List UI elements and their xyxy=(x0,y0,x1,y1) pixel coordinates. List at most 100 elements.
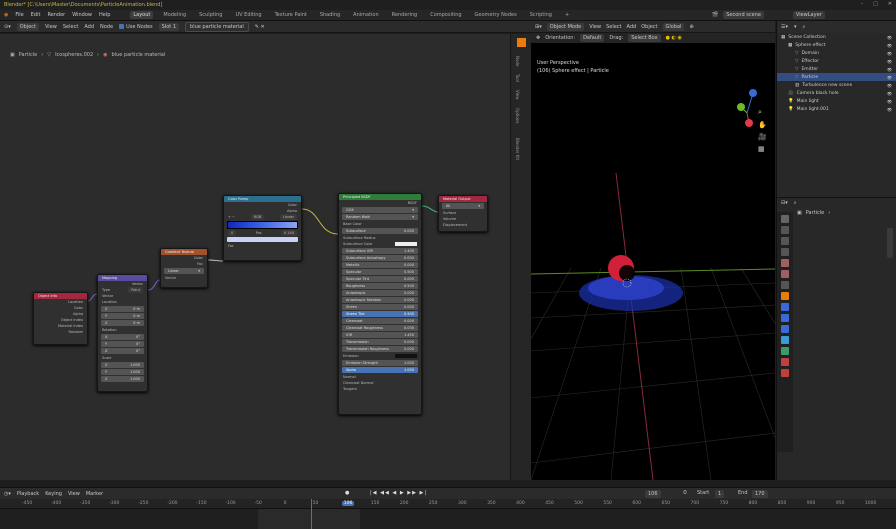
stop-index-field[interactable]: 0 xyxy=(228,230,237,236)
distribution-dropdown[interactable]: GGX ▾ xyxy=(342,207,418,213)
workspace-tab-texture-paint[interactable]: Texture Paint xyxy=(272,11,310,19)
outliner-item[interactable]: ▽ Particle 👁 xyxy=(777,73,896,81)
search-icon[interactable]: ⌕ xyxy=(803,24,806,30)
outliner-item[interactable]: ▥ Turbulence new scene 👁 xyxy=(777,81,896,89)
output-target-dropdown[interactable]: All ▾ xyxy=(442,203,484,209)
tab-world-icon[interactable] xyxy=(781,270,789,278)
outliner-item[interactable]: ▽ Emitter 👁 xyxy=(777,65,896,73)
tab-options[interactable]: Options xyxy=(515,108,520,123)
search-icon[interactable]: ⌕ xyxy=(794,200,797,206)
scene-selector[interactable]: Second scene xyxy=(723,11,764,19)
tl-menu-marker[interactable]: Marker xyxy=(86,491,103,497)
ramp-mode-dropdown[interactable]: RGB xyxy=(250,214,265,220)
ne-menu-add[interactable]: Add xyxy=(84,24,94,30)
visibility-eye-icon[interactable]: 👁 xyxy=(887,59,892,64)
bsdf-input-row[interactable]: Transmission 0.000 xyxy=(342,339,418,345)
subsurface-method-dropdown[interactable]: Random Walk ▾ xyxy=(342,214,418,220)
menu-help[interactable]: Help xyxy=(99,12,110,18)
ramp-stop-color[interactable] xyxy=(227,237,298,242)
tab-texture-icon[interactable] xyxy=(781,369,789,377)
ne-menu-view[interactable]: View xyxy=(45,24,57,30)
color-swatch[interactable] xyxy=(394,354,417,358)
current-frame-field[interactable]: 106 xyxy=(645,490,661,498)
node-object-info[interactable]: Object Info Location Color Alpha Object … xyxy=(33,292,88,345)
bsdf-input-row[interactable]: Sheen 0.000 xyxy=(342,304,418,310)
end-frame-field[interactable]: 170 xyxy=(752,490,768,498)
tab-particles-icon[interactable] xyxy=(781,314,789,322)
material-selector[interactable]: blue particle material xyxy=(185,21,249,32)
ramp-interpolation-dropdown[interactable]: Linear xyxy=(280,214,297,220)
vp-menu-add[interactable]: Add xyxy=(627,24,637,30)
bsdf-input-row[interactable]: Transmission Roughness 0.000 xyxy=(342,346,418,352)
tab-object-icon[interactable] xyxy=(781,292,789,300)
gradient-type-dropdown[interactable]: Linear ▾ xyxy=(164,268,204,274)
menu-edit[interactable]: Edit xyxy=(31,12,41,18)
filter-icon[interactable]: ▾ xyxy=(794,24,797,30)
minimize-button[interactable]: – xyxy=(861,1,864,7)
bsdf-input-row[interactable]: Specular 0.500 xyxy=(342,269,418,275)
grid-view-icon[interactable]: ▦ xyxy=(758,145,767,153)
stop-pos-field[interactable]: 0.140 xyxy=(280,230,297,236)
tab-render-icon[interactable] xyxy=(781,226,789,234)
timeline-ruler[interactable]: -450 -400 -350 -300 -250 -200 -150 -100 -50 0 50 10… xyxy=(0,499,896,509)
properties-scrollbar[interactable] xyxy=(887,228,893,258)
bsdf-input-row[interactable]: Specular Tint 0.000 xyxy=(342,276,418,282)
shading-mode-icons[interactable]: ● ◐ ◉ xyxy=(666,35,682,41)
visibility-eye-icon[interactable]: 👁 xyxy=(887,43,892,48)
sidebar-toggle[interactable] xyxy=(517,38,526,47)
bsdf-input-row[interactable]: Subsurface 0.000 xyxy=(342,228,418,234)
playback-controls[interactable]: |◀ ◀◀ ◀ ▶ ▶▶ ▶| xyxy=(370,490,427,496)
vp-menu-object[interactable]: Object xyxy=(641,24,657,30)
rotation-x-field[interactable]: X 0° xyxy=(101,334,144,340)
view-layer-selector[interactable]: ViewLayer xyxy=(792,11,825,19)
workspace-tab-compositing[interactable]: Compositing xyxy=(427,11,464,19)
tab-node[interactable]: Node xyxy=(515,56,520,66)
workspace-tab-modeling[interactable]: Modeling xyxy=(160,11,189,19)
workspace-tab-layout[interactable]: Layout xyxy=(130,11,154,19)
timeline-editor-icon[interactable]: ◷▾ xyxy=(4,491,11,497)
outliner-item[interactable]: ▽ Effector 👁 xyxy=(777,57,896,65)
color-swatch[interactable] xyxy=(394,242,417,246)
menu-render[interactable]: Render xyxy=(47,12,65,18)
tab-constraints-icon[interactable] xyxy=(781,336,789,344)
bsdf-input-row[interactable]: Anisotropic 0.000 xyxy=(342,290,418,296)
workspace-tab-scripting[interactable]: Scripting xyxy=(527,11,555,19)
menu-file[interactable]: File xyxy=(15,12,23,18)
tab-blender-kit[interactable]: Blender Kit xyxy=(515,138,520,160)
tl-menu-keying[interactable]: Keying xyxy=(45,491,62,497)
3d-viewport[interactable]: ✥ Orientation: Default Drag: Select Box … xyxy=(531,33,775,480)
node-material-output[interactable]: Material Output All ▾ Surface Volume Disp… xyxy=(438,195,488,232)
scale-z-field[interactable]: Z 1.000 xyxy=(101,376,144,382)
visibility-eye-icon[interactable]: 👁 xyxy=(887,75,892,80)
vp-menu-select[interactable]: Select xyxy=(606,24,621,30)
bsdf-input-row[interactable]: Clearcoat 0.000 xyxy=(342,318,418,324)
camera-view-icon[interactable]: 🎥 xyxy=(758,133,767,141)
transform-orientation-selector[interactable]: Global xyxy=(662,22,685,31)
visibility-eye-icon[interactable]: 👁 xyxy=(887,51,892,56)
ne-menu-select[interactable]: Select xyxy=(63,24,78,30)
vp-menu-view[interactable]: View xyxy=(589,24,601,30)
zoom-icon[interactable]: ⌕ xyxy=(758,108,767,117)
slot-selector[interactable]: Slot 1 xyxy=(158,22,180,31)
start-frame-field[interactable]: 1 xyxy=(715,490,725,498)
visibility-eye-icon[interactable]: 👁 xyxy=(887,35,892,40)
tab-material-icon[interactable] xyxy=(781,358,789,366)
scale-x-field[interactable]: X 1.000 xyxy=(101,362,144,368)
tab-data-icon[interactable] xyxy=(781,347,789,355)
tab-physics-icon[interactable] xyxy=(781,325,789,333)
location-y-field[interactable]: Y 0 m xyxy=(101,313,144,319)
bsdf-input-row[interactable]: Metallic 0.000 xyxy=(342,262,418,268)
mode-selector[interactable]: Object Mode xyxy=(546,22,585,31)
tl-menu-playback[interactable]: Playback xyxy=(17,491,39,497)
node-gradient-texture[interactable]: Gradient Texture Color Fac Linear ▾ Vecto… xyxy=(160,248,208,288)
workspace-tab-sculpting[interactable]: Sculpting xyxy=(196,11,225,19)
visibility-eye-icon[interactable]: 👁 xyxy=(887,67,892,72)
color-ramp-gradient[interactable] xyxy=(227,221,298,229)
ne-menu-node[interactable]: Node xyxy=(100,24,113,30)
bsdf-input-row[interactable]: Subsurface IOR 1.400 xyxy=(342,248,418,254)
bsdf-input-row[interactable]: Roughness 0.500 xyxy=(342,283,418,289)
outliner-item[interactable]: ▦ Scene Collection 👁 xyxy=(777,33,896,41)
workspace-tab-geometry-nodes[interactable]: Geometry Nodes xyxy=(472,11,520,19)
node-mapping[interactable]: Mapping Vector Type Point Vector Location… xyxy=(97,274,148,392)
tab-view-layer-icon[interactable] xyxy=(781,248,789,256)
